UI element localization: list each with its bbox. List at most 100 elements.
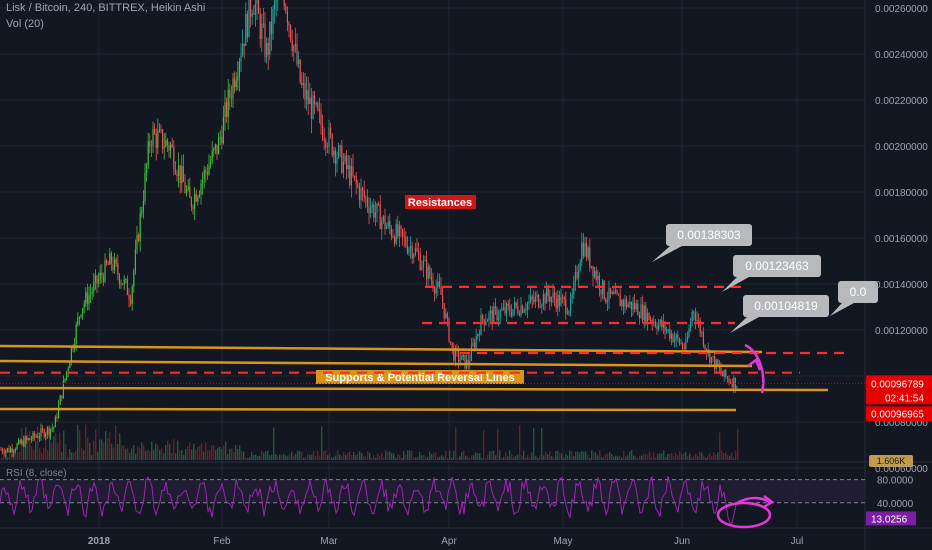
candle-body xyxy=(514,302,516,310)
volume-bar xyxy=(295,453,297,460)
candle-body xyxy=(221,136,223,144)
volume-bar xyxy=(43,448,45,460)
candle-body xyxy=(240,55,242,62)
volume-bar xyxy=(415,457,417,460)
volume-bar xyxy=(653,451,655,460)
volume-bar xyxy=(267,450,269,460)
volume-bar xyxy=(213,445,215,460)
candle-body xyxy=(725,369,727,378)
volume-bar xyxy=(99,439,101,460)
volume-bar xyxy=(159,450,161,460)
volume-bar xyxy=(543,455,545,460)
volume-bar xyxy=(491,450,493,460)
volume-bar xyxy=(715,454,717,460)
volume-bar xyxy=(481,457,483,460)
volume-bar xyxy=(249,457,251,460)
price-tick-label: 0.00200000 xyxy=(875,142,928,153)
volume-bar xyxy=(131,448,133,460)
candle-body xyxy=(411,246,413,259)
candle-body xyxy=(624,299,626,307)
candle-body xyxy=(437,281,439,288)
volume-bar xyxy=(95,429,97,460)
volume-bar xyxy=(537,457,539,460)
volume-bar xyxy=(269,455,271,460)
volume-bar xyxy=(465,455,467,460)
candle-body xyxy=(78,316,80,318)
volume-bar xyxy=(209,450,211,460)
candle-body xyxy=(734,377,736,389)
candle-body xyxy=(66,371,68,379)
volume-bar xyxy=(245,457,247,460)
volume-bar xyxy=(275,454,277,460)
volume-bar xyxy=(171,452,173,460)
volume-bar xyxy=(409,450,411,460)
candle-body xyxy=(150,145,152,147)
candle-body xyxy=(386,226,388,229)
chart-canvas[interactable]: 1.606K Supports & Potential Reversal Lin… xyxy=(0,0,932,550)
candle-body xyxy=(682,343,684,348)
volume-bar xyxy=(357,453,359,460)
volume-bar xyxy=(379,455,381,460)
candle-body xyxy=(482,315,484,319)
volume-bar xyxy=(141,442,143,460)
volume-bar xyxy=(399,455,401,460)
volume-bar xyxy=(589,457,591,460)
candle-body xyxy=(224,102,226,117)
candle-body xyxy=(80,314,82,317)
candle-body xyxy=(128,294,130,300)
candle-body xyxy=(317,103,319,110)
volume-bar xyxy=(507,456,509,460)
candle-body xyxy=(390,227,392,237)
candle-body xyxy=(352,166,354,176)
candle-body xyxy=(413,254,415,259)
candle-body xyxy=(648,312,650,321)
volume-bar xyxy=(615,455,617,460)
volume-bar xyxy=(445,450,447,460)
volume-bar xyxy=(687,455,689,460)
candle-body xyxy=(171,144,173,147)
candle-body xyxy=(77,317,79,325)
volume-bar xyxy=(315,455,317,460)
candle-body xyxy=(197,196,199,202)
candle-body xyxy=(736,386,738,389)
candle-body xyxy=(283,0,285,6)
candle-body xyxy=(590,266,592,268)
candle-body xyxy=(683,347,685,349)
volume-bar xyxy=(161,448,163,460)
candle-body xyxy=(645,305,647,324)
volume-bar xyxy=(71,452,73,460)
candle-body xyxy=(523,310,525,313)
volume-bar xyxy=(549,451,551,460)
volume-bar xyxy=(247,457,249,460)
candle-body xyxy=(496,308,498,321)
candle-body xyxy=(266,43,268,58)
candle-body xyxy=(69,362,71,369)
volume-bar xyxy=(299,451,301,460)
candle-body xyxy=(189,186,191,198)
candle-body xyxy=(627,304,629,308)
candle-body xyxy=(382,215,384,221)
candle-body xyxy=(174,169,176,174)
volume-bar xyxy=(643,453,645,460)
volume-bar xyxy=(725,452,727,460)
candle-body xyxy=(355,176,357,184)
candle-body xyxy=(203,170,205,179)
candle-body xyxy=(293,46,295,52)
volume-bar xyxy=(679,451,681,460)
volume-bar xyxy=(621,457,623,460)
candle-body xyxy=(318,109,320,112)
candle-body xyxy=(123,279,125,285)
time-tick-label: Feb xyxy=(213,536,231,547)
candle-body xyxy=(397,223,399,237)
candle-body xyxy=(730,382,732,384)
candle-body xyxy=(165,140,167,147)
volume-bar xyxy=(523,450,525,460)
candle-body xyxy=(445,313,447,318)
candle-body xyxy=(502,307,504,310)
volume-bar xyxy=(529,457,531,460)
volume-bar xyxy=(303,457,305,460)
candle-body xyxy=(494,306,496,309)
volume-bar xyxy=(253,454,255,460)
volume-bar xyxy=(313,450,315,460)
volume-bar xyxy=(341,456,343,460)
